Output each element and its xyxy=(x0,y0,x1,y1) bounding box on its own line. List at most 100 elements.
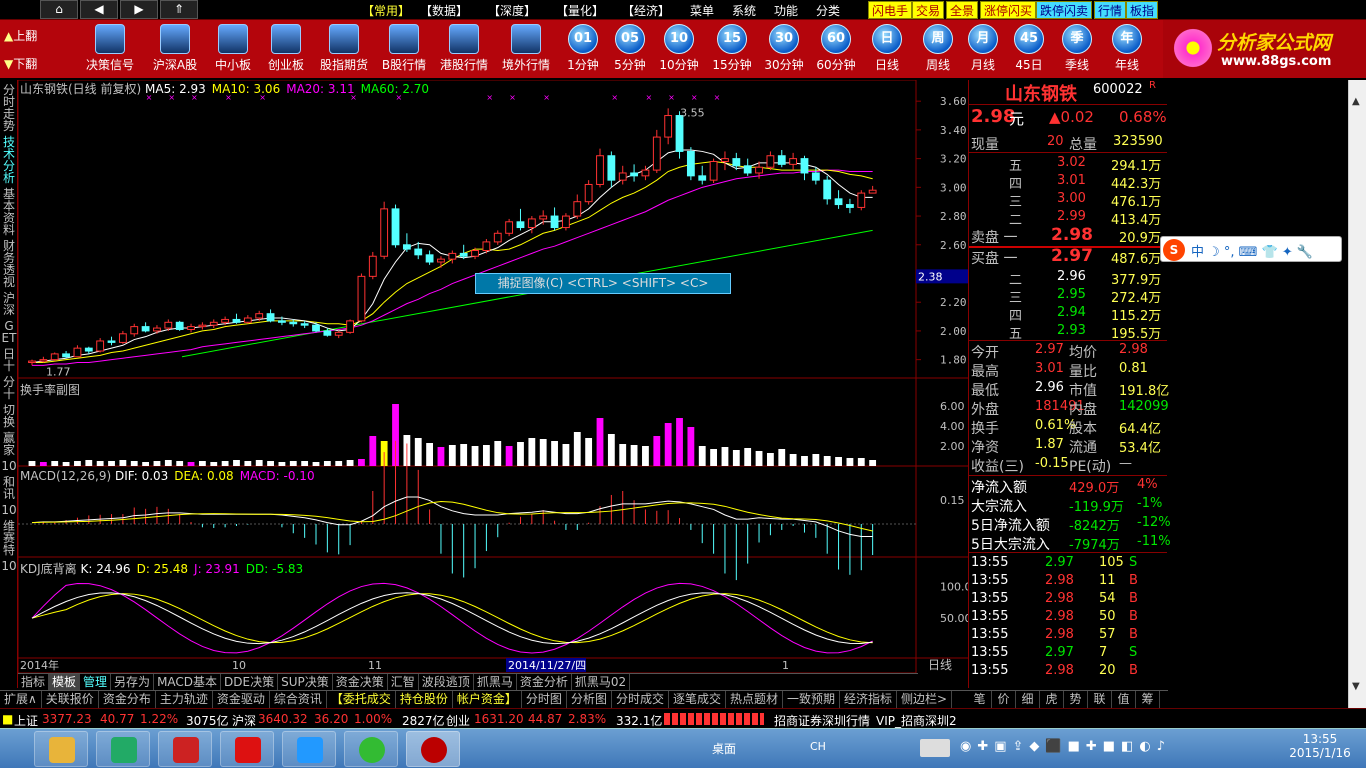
side-tab-2[interactable]: 细 xyxy=(1016,691,1040,708)
ime-tools[interactable]: 中 ☽ °, ⌨ 👕 ✦ 🔧 xyxy=(1191,241,1313,260)
indicator-tab-1[interactable]: 模板 xyxy=(49,674,81,690)
extension-tab-16[interactable]: 侧边栏> xyxy=(897,691,953,708)
vtab-12[interactable]: 10 xyxy=(1,504,17,516)
extension-tab-8[interactable]: 帐户资金】 xyxy=(453,691,522,708)
vtab-0[interactable]: 分时走势 xyxy=(1,84,17,132)
indicator-tab-5[interactable]: DDE决策 xyxy=(221,674,279,690)
side-tab-1[interactable]: 价 xyxy=(992,691,1016,708)
page-up-button[interactable]: ▲上翻 xyxy=(0,22,52,50)
indicator-tab-8[interactable]: 汇智 xyxy=(388,674,419,690)
period-button-0[interactable]: 01 1分钟 xyxy=(556,22,610,76)
indicator-tab-9[interactable]: 波段逃顶 xyxy=(419,674,474,690)
extension-tab-4[interactable]: 资金驱动 xyxy=(213,691,270,708)
extension-tab-0[interactable]: 扩展∧ xyxy=(0,691,42,708)
vtab-6[interactable]: 日十 xyxy=(1,348,17,372)
extension-tab-14[interactable]: 一致预期 xyxy=(783,691,841,708)
indicator-tab-11[interactable]: 资金分析 xyxy=(517,674,572,690)
explorer-taskbar-button[interactable] xyxy=(34,731,88,767)
toolbar-button-4[interactable]: 股指期货 xyxy=(314,22,374,76)
extension-tab-2[interactable]: 资金分布 xyxy=(99,691,156,708)
page-down-button[interactable]: ▼下翻 xyxy=(0,50,52,78)
right-scrollbar[interactable]: ▲ ▼ xyxy=(1348,80,1366,708)
period-button-4[interactable]: 30 30分钟 xyxy=(757,22,811,76)
menu-item-0[interactable]: 【常用】 xyxy=(362,2,410,19)
period-button-11[interactable]: 年年线 xyxy=(1100,22,1154,76)
menu-item-1[interactable]: 【数据】 xyxy=(420,2,468,19)
toolbar-button-1[interactable]: 沪深A股 xyxy=(145,22,205,76)
refresh-taskbar-button[interactable] xyxy=(344,731,398,767)
extension-tab-6[interactable]: 【委托成交 xyxy=(327,691,396,708)
scroll-down-icon[interactable]: ▼ xyxy=(1352,681,1360,692)
quick-button-1[interactable]: 交易 xyxy=(912,1,945,19)
toolbar-button-6[interactable]: 港股行情 xyxy=(434,22,494,76)
menu-item-3[interactable]: 【量化】 xyxy=(556,2,604,19)
vtab-4[interactable]: 沪深 xyxy=(1,292,17,316)
sogou-ime-bar[interactable]: S 中 ☽ °, ⌨ 👕 ✦ 🔧 xyxy=(1160,236,1342,262)
forward-button[interactable]: ▶ xyxy=(120,0,158,19)
extension-tab-13[interactable]: 热点题材 xyxy=(726,691,783,708)
scroll-up-icon[interactable]: ▲ xyxy=(1352,96,1360,107)
side-tab-0[interactable]: 笔 xyxy=(968,691,992,708)
extension-tab-10[interactable]: 分析图 xyxy=(567,691,612,708)
toolbar-button-3[interactable]: 创业板 xyxy=(256,22,316,76)
quick-button-2[interactable]: 全景 xyxy=(946,1,979,19)
quick-button-5[interactable]: 行情 xyxy=(1094,1,1127,19)
menu-item-4[interactable]: 【经济】 xyxy=(622,2,670,19)
vtab-3[interactable]: 财务透视 xyxy=(1,240,17,288)
rose-taskbar-button[interactable] xyxy=(406,731,460,767)
toolbar-button-5[interactable]: B股行情 xyxy=(374,22,434,76)
toolbar-button-2[interactable]: 中小板 xyxy=(203,22,263,76)
vtab-1[interactable]: 技术分析 xyxy=(1,136,17,184)
indicator-tab-6[interactable]: SUP决策 xyxy=(278,674,333,690)
side-tab-4[interactable]: 势 xyxy=(1064,691,1088,708)
indicator-tab-7[interactable]: 资金决策 xyxy=(333,674,388,690)
quick-button-0[interactable]: 闪电手 xyxy=(868,1,913,19)
side-tab-5[interactable]: 联 xyxy=(1088,691,1112,708)
extension-tab-5[interactable]: 综合资讯 xyxy=(270,691,327,708)
indicator-tab-12[interactable]: 抓黑马02 xyxy=(572,674,631,690)
indicator-tab-10[interactable]: 抓黑马 xyxy=(474,674,517,690)
menu-item-7[interactable]: 功能 xyxy=(774,2,798,19)
chart-area[interactable]: 3.603.403.203.002.802.602.402.202.001.80… xyxy=(18,80,968,688)
period-button-2[interactable]: 10 10分钟 xyxy=(652,22,706,76)
vtab-9[interactable]: 赢家 xyxy=(1,432,17,456)
period-button-6[interactable]: 日日线 xyxy=(860,22,914,76)
toolbar-button-7[interactable]: 境外行情 xyxy=(496,22,556,76)
back-button[interactable]: ◀ xyxy=(80,0,118,19)
vtab-5[interactable]: GET xyxy=(1,320,17,344)
extension-tab-11[interactable]: 分时成交 xyxy=(612,691,669,708)
home-button[interactable]: ⌂ xyxy=(40,0,78,19)
menu-item-8[interactable]: 分类 xyxy=(816,2,840,19)
indicator-tab-0[interactable]: 指标 xyxy=(18,674,50,690)
vtab-8[interactable]: 切换 xyxy=(1,404,17,428)
vtab-10[interactable]: 10 xyxy=(1,460,17,472)
indicator-tab-4[interactable]: MACD基本 xyxy=(154,674,222,690)
ime-indicator[interactable]: CH xyxy=(810,740,826,753)
extension-tab-7[interactable]: 持仓股份 xyxy=(396,691,453,708)
extension-tab-12[interactable]: 逐笔成交 xyxy=(669,691,726,708)
extension-tab-9[interactable]: 分时图 xyxy=(522,691,567,708)
period-button-9[interactable]: 45 45日 xyxy=(1002,22,1056,76)
kline-chart[interactable]: 3.603.403.203.002.802.602.402.202.001.80… xyxy=(18,80,968,673)
desktop-label[interactable]: 桌面 xyxy=(712,740,736,757)
bird-taskbar-button[interactable] xyxy=(282,731,336,767)
period-button-10[interactable]: 季季线 xyxy=(1050,22,1104,76)
period-button-5[interactable]: 60 60分钟 xyxy=(809,22,863,76)
quick-button-4[interactable]: 跌停闪卖 xyxy=(1036,1,1093,19)
indicator-tab-2[interactable]: 管理 xyxy=(80,674,112,690)
keyboard-icon[interactable] xyxy=(920,739,950,757)
vtab-2[interactable]: 基本资料 xyxy=(1,188,17,236)
indicator-tab-3[interactable]: 另存为 xyxy=(111,674,155,690)
extension-tab-15[interactable]: 经济指标 xyxy=(840,691,898,708)
side-tab-3[interactable]: 虎 xyxy=(1040,691,1064,708)
app-taskbar-button[interactable] xyxy=(96,731,150,767)
menu-item-5[interactable]: 菜单 xyxy=(690,2,714,19)
toolbar-button-0[interactable]: 决策信号 xyxy=(80,22,140,76)
vtab-7[interactable]: 分十 xyxy=(1,376,17,400)
menu-item-2[interactable]: 【深度】 xyxy=(488,2,536,19)
period-button-3[interactable]: 15 15分钟 xyxy=(705,22,759,76)
melon-taskbar-button[interactable] xyxy=(220,731,274,767)
quick-button-6[interactable]: 板指 xyxy=(1126,1,1159,19)
menu-item-6[interactable]: 系统 xyxy=(732,2,756,19)
up-button[interactable]: ⇑ xyxy=(160,0,198,19)
